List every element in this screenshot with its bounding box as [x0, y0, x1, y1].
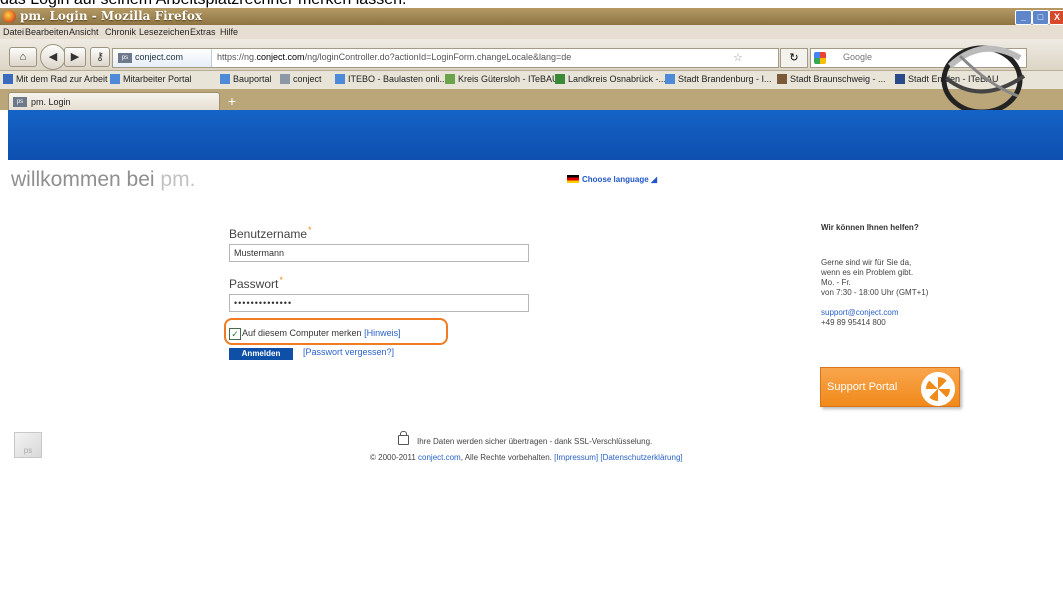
- caption-text: das Login auf seinem Arbeitsplatzrechner…: [0, 0, 406, 8]
- plus-icon: +: [227, 93, 237, 109]
- conject-link[interactable]: conject.com: [418, 453, 461, 462]
- emden-icon: [895, 74, 905, 84]
- identity-button[interactable]: ⚷: [90, 47, 110, 67]
- bookmark-item[interactable]: conject: [280, 74, 322, 84]
- window-titlebar[interactable]: pm. Login - Mozilla Firefox _ □ X: [0, 8, 1063, 25]
- reload-icon: ↻: [789, 52, 799, 64]
- support-email-link[interactable]: support@conject.com: [821, 308, 899, 317]
- menu-extras[interactable]: Extras: [190, 27, 216, 37]
- site-identity[interactable]: ps conject.com: [113, 49, 212, 67]
- password-label: Passwort*: [229, 275, 283, 291]
- lion-icon: [777, 74, 787, 84]
- tab-bar: ps pm. Login +: [0, 89, 1063, 111]
- url-text: https://ng.conject.com/ng/loginControlle…: [217, 52, 572, 62]
- support-phone: +49 89 95414 800: [821, 318, 886, 327]
- site-name: conject.com: [135, 52, 184, 62]
- key-icon: ⚷: [95, 51, 105, 63]
- lifebuoy-icon: [921, 372, 955, 406]
- copyright: © 2000-2011 conject.com, Alle Rechte vor…: [370, 453, 683, 462]
- bike-icon: [3, 74, 13, 84]
- password-field[interactable]: ••••••••••••••: [229, 294, 529, 312]
- page-icon: [110, 74, 120, 84]
- page-icon: [220, 74, 230, 84]
- remember-checkbox[interactable]: ✓: [229, 328, 241, 340]
- forgot-password-link[interactable]: [Passwort vergessen?]: [303, 347, 394, 357]
- page-title: willkommen bei pm.: [11, 168, 196, 191]
- bookmark-item[interactable]: Mitarbeiter Portal: [110, 74, 192, 84]
- reload-button[interactable]: ↻: [780, 48, 808, 68]
- impressum-link[interactable]: [Impressum]: [554, 453, 598, 462]
- bookmark-item[interactable]: Bauportal: [220, 74, 272, 84]
- back-button[interactable]: ◀: [40, 44, 66, 70]
- german-flag-icon: [567, 175, 579, 183]
- bookmark-item[interactable]: Stadt Brandenburg - I...: [665, 74, 772, 84]
- bookmark-star-icon[interactable]: ☆: [733, 51, 743, 64]
- bookmark-item[interactable]: ITEBO - Baulasten onli...: [335, 74, 447, 84]
- support-portal-button[interactable]: Support Portal: [820, 367, 960, 407]
- close-button[interactable]: X: [1049, 10, 1063, 25]
- back-arrow-icon: ◀: [48, 51, 58, 63]
- crest-icon: [445, 74, 455, 84]
- maximize-button[interactable]: □: [1032, 10, 1049, 25]
- decorative-globe-logo-icon: [941, 45, 1026, 114]
- privacy-link[interactable]: [Datenschutzerklärung]: [600, 453, 682, 462]
- page-header-bar: [8, 110, 1063, 160]
- forward-arrow-icon: ▶: [70, 51, 80, 63]
- window-title: pm. Login - Mozilla Firefox: [20, 9, 202, 23]
- tab-pm-login[interactable]: ps pm. Login: [8, 92, 220, 111]
- bookmark-item[interactable]: Landkreis Osnabrück -...: [555, 74, 666, 84]
- menu-hilfe[interactable]: Hilfe: [220, 27, 238, 37]
- firefox-icon: [3, 10, 16, 23]
- menu-ansicht[interactable]: Ansicht: [69, 27, 99, 37]
- ssl-notice: Ihre Daten werden sicher übertragen - da…: [398, 431, 652, 446]
- bookmark-item[interactable]: Kreis Gütersloh - ITeBAU: [445, 74, 559, 84]
- remember-label: Auf diesem Computer merken [Hinweis]: [242, 328, 401, 338]
- tab-favicon-icon: ps: [13, 97, 27, 107]
- triangle-icon: ◢: [650, 175, 658, 184]
- page-icon: [335, 74, 345, 84]
- support-portal-label: Support Portal: [827, 381, 898, 393]
- menu-chronik[interactable]: Chronik: [105, 27, 136, 37]
- username-field[interactable]: Mustermann: [229, 244, 529, 262]
- username-label: Benutzername*: [229, 225, 312, 241]
- navigation-toolbar: ⌂ ◀ ▶ ⚷ ps conject.com https://ng.conjec…: [0, 39, 1063, 71]
- hint-link[interactable]: [Hinweis]: [364, 328, 401, 338]
- menu-datei[interactable]: Datei: [3, 27, 24, 37]
- minimize-button[interactable]: _: [1015, 10, 1032, 25]
- bookmark-item[interactable]: Stadt Braunschweig - ...: [777, 74, 886, 84]
- menu-bar: Datei Bearbeiten Ansicht Chronik Lesezei…: [0, 25, 1063, 39]
- tab-label: pm. Login: [31, 97, 71, 107]
- home-icon: ⌂: [19, 51, 27, 63]
- lock-icon: [398, 431, 409, 445]
- choose-language-link[interactable]: Choose language ◢: [567, 175, 657, 184]
- new-tab-button[interactable]: +: [222, 93, 242, 109]
- site-favicon-icon: ps: [118, 53, 132, 63]
- forward-button[interactable]: ▶: [64, 47, 86, 67]
- menu-lesezeichen[interactable]: Lesezeichen: [139, 27, 190, 37]
- home-button[interactable]: ⌂: [9, 47, 37, 67]
- menu-bearbeiten[interactable]: Bearbeiten: [25, 27, 69, 37]
- o-logo-icon: [555, 74, 565, 84]
- document-caption: das Login auf seinem Arbeitsplatzrechner…: [0, 0, 1063, 8]
- google-icon: [814, 52, 826, 64]
- bookmarks-toolbar: Mit dem Rad zur Arbeit Mitarbeiter Porta…: [0, 71, 1063, 90]
- url-bar[interactable]: ps conject.com https://ng.conject.com/ng…: [112, 48, 779, 68]
- ps-logo-icon: ps: [14, 432, 42, 458]
- help-title: Wir können Ihnen helfen?: [821, 223, 919, 232]
- login-button[interactable]: Anmelden: [229, 348, 293, 360]
- search-placeholder: Google: [843, 52, 873, 62]
- help-text: Gerne sind wir für Sie da, wenn es ein P…: [821, 258, 929, 297]
- page-icon: [665, 74, 675, 84]
- ps-icon: [280, 74, 290, 84]
- bookmark-item[interactable]: Mit dem Rad zur Arbeit: [3, 74, 108, 84]
